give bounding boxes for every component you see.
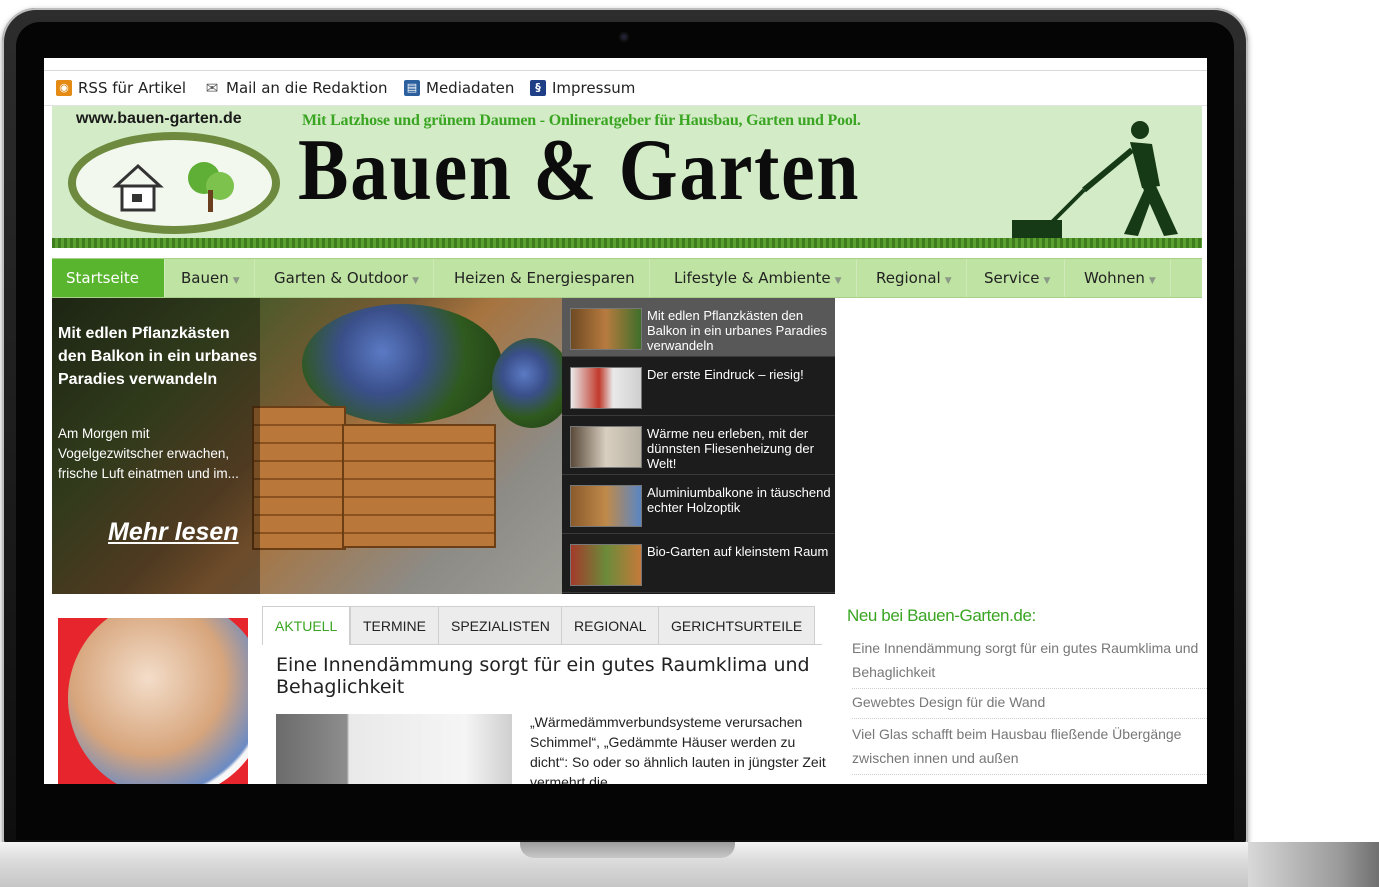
laptop-notch bbox=[520, 842, 735, 858]
nav-item-garten-outdoor[interactable]: Garten & Outdoor ▼ bbox=[260, 259, 434, 297]
nav-label: Heizen & Energiesparen bbox=[454, 269, 635, 287]
thumb-title: Mit edlen Pflanzkästen den Balkon in ein… bbox=[647, 308, 827, 353]
chevron-down-icon: ▼ bbox=[232, 276, 240, 286]
nav-label: Wohnen bbox=[1084, 269, 1145, 287]
promo-photo bbox=[68, 618, 248, 784]
laptop-base-edge bbox=[1248, 842, 1379, 887]
main-navigation: Startseite Bauen ▼ Garten & Outdoor ▼ Heiz… bbox=[52, 258, 1202, 298]
tab-termine[interactable]: TERMINE bbox=[350, 606, 439, 644]
news-tabs: AKTUELL TERMINE SPEZIALISTEN REGIONAL GE… bbox=[262, 606, 822, 645]
tab-label: GERICHTSURTEILE bbox=[671, 618, 803, 634]
nav-item-service[interactable]: Service ▼ bbox=[970, 259, 1066, 297]
thumb-title: Bio-Garten auf kleinstem Raum bbox=[647, 544, 829, 559]
thumb-image bbox=[570, 485, 642, 527]
thumb-title: Wärme neu erleben, mit der dünnsten Flie… bbox=[647, 426, 814, 471]
tab-gerichtsurteile[interactable]: GERICHTSURTEILE bbox=[658, 606, 816, 644]
thumb-title: Der erste Eindruck – riesig! bbox=[647, 367, 804, 382]
crate-decoration bbox=[252, 406, 346, 550]
tab-spezialisten[interactable]: SPEZIALISTEN bbox=[438, 606, 563, 644]
slide-caption: Mit edlen Pflanzkästen den Balkon in ein… bbox=[52, 298, 260, 594]
plant-decoration bbox=[492, 338, 572, 428]
nav-item-heizen[interactable]: Heizen & Energiesparen bbox=[440, 259, 650, 297]
article-title[interactable]: Eine Innendämmung sorgt für ein gutes Ra… bbox=[276, 654, 836, 698]
sidebar-heading: Neu bei Bauen-Garten.de: bbox=[847, 606, 1036, 625]
article-excerpt: „Wärmedämmverbundsysteme verursachen Sch… bbox=[530, 714, 826, 784]
slider-thumbnails: Mit edlen Pflanzkästen den Balkon in ein… bbox=[562, 298, 835, 594]
impressum-link[interactable]: § Impressum bbox=[530, 79, 635, 97]
nav-label: Garten & Outdoor bbox=[274, 269, 409, 287]
nav-label: Lifestyle & Ambiente bbox=[674, 269, 831, 287]
slider-thumb[interactable]: Wärme neu erleben, mit der dünnsten Flie… bbox=[562, 416, 835, 475]
site-url: www.bauen-garten.de bbox=[76, 110, 242, 127]
lawn-mower-man-icon bbox=[1012, 121, 1178, 248]
sidebar-link[interactable]: Gewebtes Design für die Wand bbox=[852, 690, 1207, 719]
webcam-icon bbox=[619, 32, 629, 42]
chevron-down-icon: ▼ bbox=[1043, 276, 1051, 286]
promo-banner[interactable] bbox=[58, 618, 248, 784]
thumb-image bbox=[570, 544, 642, 586]
nav-item-lifestyle[interactable]: Lifestyle & Ambiente ▼ bbox=[660, 259, 857, 297]
chart-icon: ▤ bbox=[404, 80, 420, 96]
tab-regional[interactable]: REGIONAL bbox=[561, 606, 660, 644]
mediadaten-link-label: Mediadaten bbox=[426, 79, 515, 97]
nav-item-regional[interactable]: Regional ▼ bbox=[862, 259, 967, 297]
house-tree-icon bbox=[112, 162, 234, 212]
mail-link[interactable]: ✉ Mail an die Redaktion bbox=[204, 79, 388, 97]
mail-link-label: Mail an die Redaktion bbox=[226, 79, 388, 97]
thumb-image bbox=[570, 367, 642, 409]
site-header-banner[interactable]: www.bauen-garten.de Mit Latzhose und grü… bbox=[52, 106, 1202, 248]
slider-thumb[interactable]: Mit edlen Pflanzkästen den Balkon in ein… bbox=[562, 298, 835, 357]
slide-title[interactable]: Mit edlen Pflanzkästen den Balkon in ein… bbox=[58, 322, 258, 391]
slider-thumb[interactable]: Aluminiumbalkone in täuschend echter Hol… bbox=[562, 475, 835, 534]
thumb-title: Aluminiumbalkone in täuschend echter Hol… bbox=[647, 485, 831, 515]
chevron-down-icon: ▼ bbox=[944, 276, 952, 286]
tab-label: REGIONAL bbox=[574, 618, 647, 634]
grass-border bbox=[52, 238, 1202, 248]
rss-link-label: RSS für Artikel bbox=[78, 79, 186, 97]
tab-aktuell[interactable]: AKTUELL bbox=[262, 606, 351, 645]
paragraph-icon: § bbox=[530, 80, 546, 96]
tab-label: AKTUELL bbox=[275, 618, 338, 634]
nav-item-startseite[interactable]: Startseite bbox=[52, 259, 165, 297]
impressum-link-label: Impressum bbox=[552, 79, 636, 97]
nav-item-wohnen[interactable]: Wohnen ▼ bbox=[1070, 259, 1171, 297]
thumb-image bbox=[570, 308, 642, 350]
top-links-bar: ◉ RSS für Artikel ✉ Mail an die Redaktio… bbox=[44, 70, 1207, 106]
sidebar-link[interactable]: Viel Glas schafft beim Hausbau fließende… bbox=[852, 722, 1207, 775]
rss-link[interactable]: ◉ RSS für Artikel bbox=[56, 79, 186, 97]
rss-icon: ◉ bbox=[56, 80, 72, 96]
sidebar-link[interactable]: Eine Innendämmung sorgt für ein gutes Ra… bbox=[852, 636, 1207, 689]
crate-decoration bbox=[342, 424, 496, 548]
slider-thumb[interactable]: Bio-Garten auf kleinstem Raum bbox=[562, 534, 835, 593]
nav-item-bauen[interactable]: Bauen ▼ bbox=[167, 259, 255, 297]
nav-label: Service bbox=[984, 269, 1040, 287]
mail-icon: ✉ bbox=[205, 79, 219, 97]
browser-viewport: ◉ RSS für Artikel ✉ Mail an die Redaktio… bbox=[44, 58, 1207, 784]
mediadaten-link[interactable]: ▤ Mediadaten bbox=[404, 79, 514, 97]
featured-slider: Mit edlen Pflanzkästen den Balkon in ein… bbox=[52, 298, 835, 594]
tab-label: SPEZIALISTEN bbox=[451, 618, 550, 634]
thumb-image bbox=[570, 426, 642, 468]
site-title: Bauen & Garten bbox=[298, 122, 861, 219]
tab-label: TERMINE bbox=[363, 618, 426, 634]
slide-excerpt: Am Morgen mit Vogelgezwitscher erwachen,… bbox=[58, 426, 239, 481]
read-more-link[interactable]: Mehr lesen bbox=[108, 518, 239, 547]
chevron-down-icon: ▼ bbox=[412, 276, 419, 286]
site-logo[interactable] bbox=[68, 132, 280, 234]
chevron-down-icon: ▼ bbox=[1148, 276, 1156, 286]
slider-thumb[interactable]: Der erste Eindruck – riesig! bbox=[562, 357, 835, 416]
nav-label: Bauen bbox=[181, 269, 229, 287]
chevron-down-icon: ▼ bbox=[834, 276, 842, 286]
article-image[interactable] bbox=[276, 714, 512, 784]
nav-label: Startseite bbox=[66, 269, 139, 287]
nav-label: Regional bbox=[876, 269, 941, 287]
